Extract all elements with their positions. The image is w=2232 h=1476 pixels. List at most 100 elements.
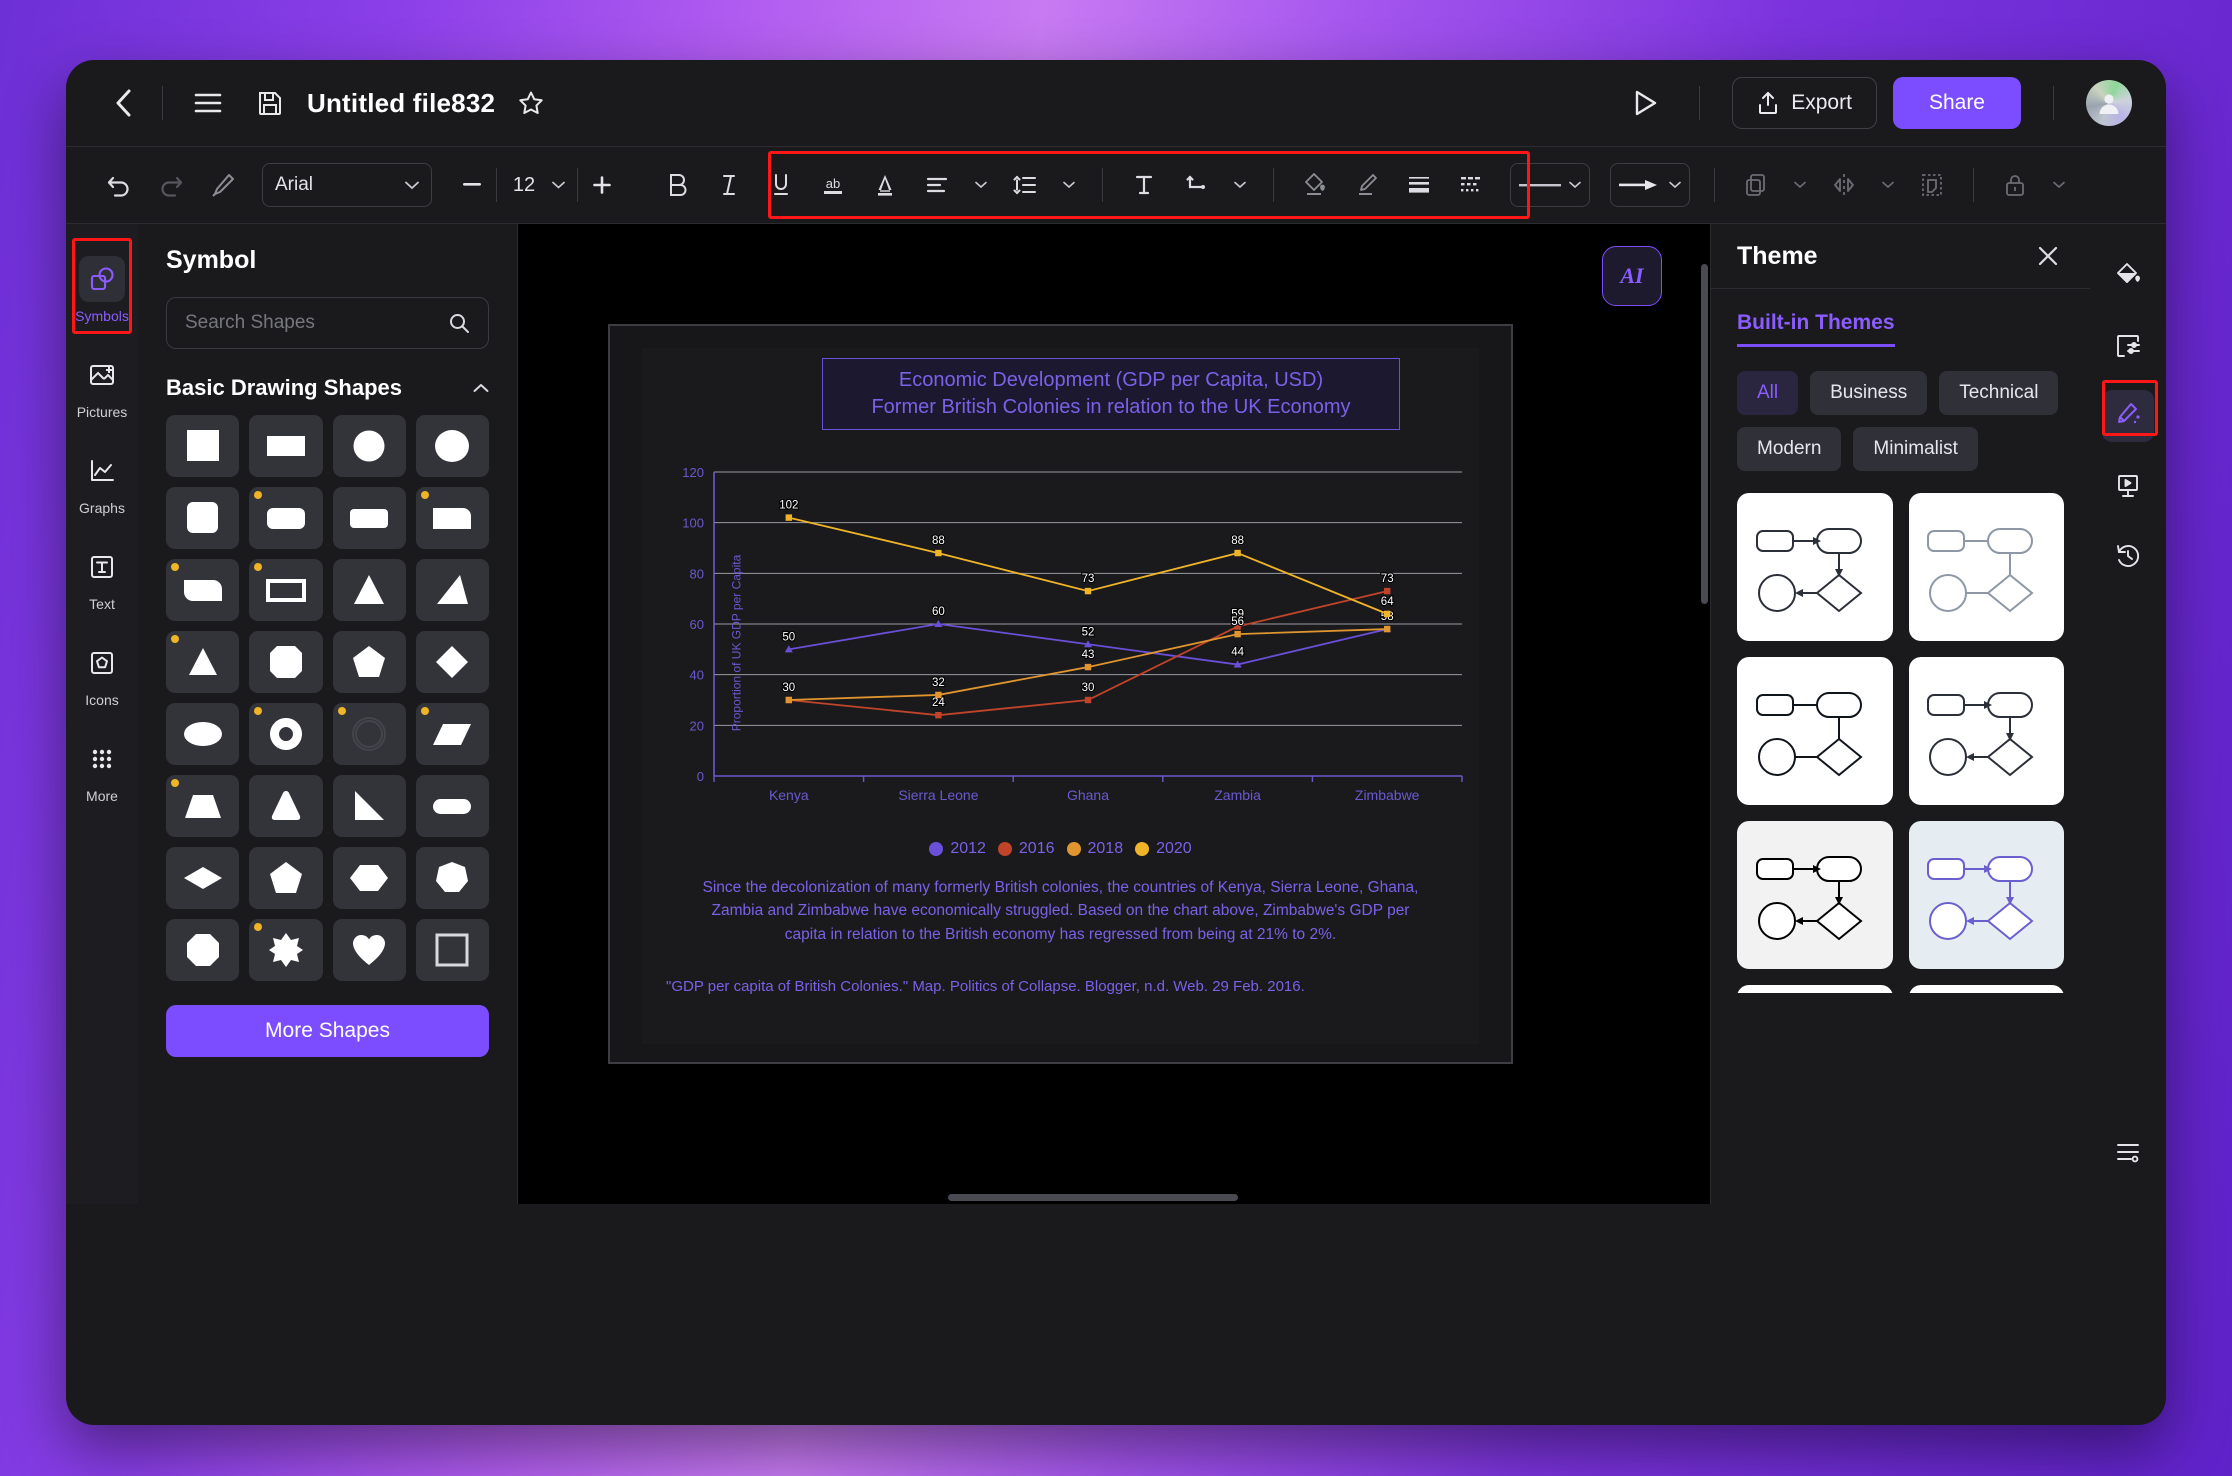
- bold-button[interactable]: [654, 162, 700, 208]
- export-button[interactable]: Export: [1732, 77, 1877, 129]
- adjust-handle-icon[interactable]: [171, 563, 179, 571]
- hamburger-icon[interactable]: [185, 80, 231, 126]
- shape-pentagon-2[interactable]: [249, 847, 323, 909]
- font-size-increase[interactable]: [584, 163, 620, 207]
- layers-icon[interactable]: [1733, 162, 1779, 208]
- chevron-down-icon[interactable]: [1785, 162, 1815, 208]
- shape-ellipse-circle[interactable]: [415, 415, 489, 477]
- shape-two-corner-rounded-rect[interactable]: [166, 559, 240, 621]
- theme-card-7[interactable]: [1737, 985, 1893, 993]
- arrow-style-picker[interactable]: [1610, 163, 1690, 207]
- sidebar-item-graphs[interactable]: Graphs: [66, 434, 138, 530]
- font-size-decrease[interactable]: [454, 163, 490, 207]
- chevron-down-icon[interactable]: [545, 163, 571, 207]
- theme-chip-minimalist[interactable]: Minimalist: [1853, 427, 1978, 471]
- adjust-handle-icon[interactable]: [254, 923, 263, 931]
- shape-single-corner-rounded-rect[interactable]: [415, 487, 489, 549]
- shape-rounded-square[interactable]: [166, 487, 240, 549]
- shape-right-triangle-2[interactable]: [332, 775, 406, 837]
- search-icon[interactable]: [448, 312, 470, 334]
- search-input[interactable]: [185, 312, 438, 334]
- shape-pentagon[interactable]: [332, 631, 406, 693]
- shape-rounded-rectangle-2[interactable]: [332, 487, 406, 549]
- sidebar-item-more[interactable]: More: [66, 722, 138, 818]
- shape-triangle-2[interactable]: [166, 631, 240, 693]
- fill-bucket-icon[interactable]: [1292, 162, 1338, 208]
- play-icon[interactable]: [1623, 81, 1667, 125]
- tab-built-in-themes[interactable]: Built-in Themes: [1737, 311, 1895, 347]
- chart-title[interactable]: Economic Development (GDP per Capita, US…: [822, 358, 1400, 430]
- more-options-icon[interactable]: [2102, 1126, 2154, 1178]
- line-style-picker[interactable]: [1510, 163, 1590, 207]
- theme-icon[interactable]: [2102, 390, 2154, 442]
- shape-heart[interactable]: [332, 919, 406, 981]
- shape-right-triangle[interactable]: [415, 559, 489, 621]
- flip-icon[interactable]: [1821, 162, 1867, 208]
- chevron-down-icon[interactable]: [966, 162, 996, 208]
- line-spacing-button[interactable]: [1002, 162, 1048, 208]
- shape-octagon[interactable]: [166, 919, 240, 981]
- chevron-down-icon[interactable]: [1873, 162, 1903, 208]
- shape-circle-outline-dashed[interactable]: [332, 703, 406, 765]
- chevron-down-icon[interactable]: [2044, 162, 2074, 208]
- chevron-up-icon[interactable]: [473, 383, 489, 393]
- shape-octagon-square[interactable]: [249, 631, 323, 693]
- shape-square[interactable]: [166, 415, 240, 477]
- adjust-handle-icon[interactable]: [171, 779, 179, 787]
- shape-diamond[interactable]: [415, 631, 489, 693]
- theme-chip-modern[interactable]: Modern: [1737, 427, 1842, 471]
- font-size-value[interactable]: 12: [503, 163, 545, 207]
- sidebar-item-icons[interactable]: Icons: [66, 626, 138, 722]
- presentation-icon[interactable]: [2102, 460, 2154, 512]
- shape-stadium[interactable]: [415, 775, 489, 837]
- ai-assistant-icon[interactable]: AI: [1602, 246, 1662, 306]
- shape-parallelogram[interactable]: [415, 703, 489, 765]
- shape-heptagon[interactable]: [415, 847, 489, 909]
- adjust-handle-icon[interactable]: [254, 563, 263, 571]
- shape-trapezoid[interactable]: [166, 775, 240, 837]
- theme-card-6[interactable]: [1908, 821, 2064, 969]
- scrollbar-thumb[interactable]: [948, 1194, 1238, 1201]
- theme-chip-business[interactable]: Business: [1810, 371, 1928, 415]
- lock-icon[interactable]: [1992, 162, 2038, 208]
- redo-icon[interactable]: [148, 162, 194, 208]
- theme-card-1[interactable]: [1737, 493, 1893, 641]
- adjust-handle-icon[interactable]: [254, 707, 263, 715]
- history-icon[interactable]: [2102, 530, 2154, 582]
- strikethrough-button[interactable]: ab: [810, 162, 856, 208]
- line-weight-icon[interactable]: [1396, 162, 1442, 208]
- theme-card-4[interactable]: [1908, 657, 2064, 805]
- theme-card-5[interactable]: [1737, 821, 1893, 969]
- sidebar-item-text[interactable]: Text: [66, 530, 138, 626]
- shape-triangle[interactable]: [332, 559, 406, 621]
- underline-button[interactable]: [758, 162, 804, 208]
- shape-rounded-rectangle[interactable]: [249, 487, 323, 549]
- back-chevron-icon[interactable]: [100, 80, 146, 126]
- italic-button[interactable]: [706, 162, 752, 208]
- shape-oval[interactable]: [166, 703, 240, 765]
- sidebar-item-pictures[interactable]: Pictures: [66, 338, 138, 434]
- theme-card-8[interactable]: [1908, 985, 2064, 993]
- fill-color-icon[interactable]: [2102, 250, 2154, 302]
- line-dash-icon[interactable]: [1448, 162, 1494, 208]
- text-box-button[interactable]: [1121, 162, 1167, 208]
- canvas[interactable]: AI Economic Development (GDP per Capita,…: [518, 224, 1710, 1204]
- brush-icon[interactable]: [1344, 162, 1390, 208]
- adjust-handle-icon[interactable]: [420, 707, 429, 715]
- chevron-down-icon[interactable]: [1225, 162, 1255, 208]
- sidebar-item-symbols[interactable]: Symbols: [66, 242, 138, 338]
- theme-card-3[interactable]: [1737, 657, 1893, 805]
- close-icon[interactable]: [2032, 240, 2064, 272]
- theme-chip-technical[interactable]: Technical: [1939, 371, 2059, 415]
- undo-icon[interactable]: [96, 162, 142, 208]
- adjust-handle-icon[interactable]: [254, 491, 263, 499]
- shape-star-burst[interactable]: [249, 919, 323, 981]
- chevron-down-icon[interactable]: [1054, 162, 1084, 208]
- font-family-select[interactable]: Arial: [262, 163, 432, 207]
- connector-icon[interactable]: [1173, 162, 1219, 208]
- avatar[interactable]: [2086, 80, 2132, 126]
- shape-hollow-square[interactable]: [415, 919, 489, 981]
- shape-rounded-triangle[interactable]: [249, 775, 323, 837]
- star-icon[interactable]: [511, 83, 551, 123]
- canvas-vertical-scrollbar[interactable]: [1701, 264, 1708, 604]
